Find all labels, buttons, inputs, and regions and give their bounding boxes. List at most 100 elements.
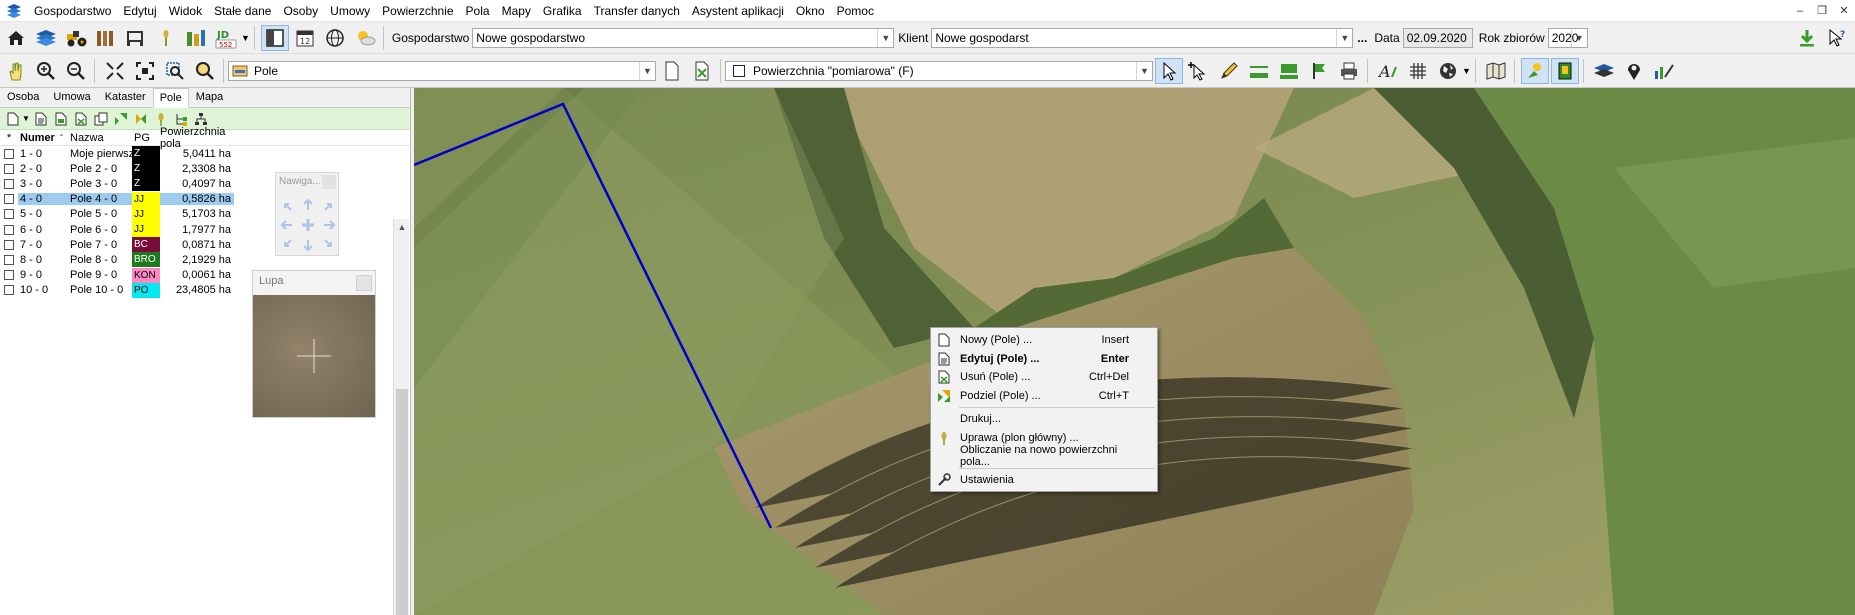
measure-line-button[interactable] — [1245, 58, 1273, 84]
checkbox[interactable] — [4, 254, 14, 265]
restore-icon[interactable]: ❐ — [1811, 0, 1833, 22]
flag-button[interactable] — [1305, 58, 1333, 84]
chevron-down-icon[interactable]: ▼ — [877, 28, 893, 47]
copy-record-icon[interactable] — [54, 112, 68, 126]
column-pg[interactable]: PG — [132, 132, 160, 144]
row-checkbox[interactable] — [0, 239, 18, 250]
home-button[interactable] — [2, 25, 30, 51]
jd-dropdown-icon[interactable]: ▼ — [241, 33, 250, 43]
tree-view-icon[interactable] — [174, 112, 188, 126]
remove-layer-button[interactable] — [688, 58, 716, 84]
zoom-selection-button[interactable] — [161, 58, 189, 84]
vertical-scrollbar[interactable]: ▲ — [393, 219, 409, 615]
table-row[interactable]: 5 - 0 Pole 5 - 0 JJ 5,1703 ha — [0, 206, 410, 222]
table-row[interactable]: 1 - 0 Moje pierwsze pZ 5,0411 ha — [0, 146, 410, 162]
tab-umowa[interactable]: Umowa — [46, 87, 97, 107]
menu-item-ustawienia[interactable]: Ustawienia — [931, 471, 1157, 490]
hierarchy-icon[interactable] — [194, 112, 208, 126]
row-checkbox[interactable] — [0, 224, 18, 235]
checkbox[interactable] — [4, 285, 14, 296]
harvest-year-select[interactable]: 2020 ▼ — [1547, 27, 1588, 48]
magnifier-close-button[interactable] — [356, 275, 372, 291]
row-checkbox[interactable] — [0, 254, 18, 265]
map-globe-button[interactable] — [1434, 58, 1462, 84]
chevron-down-icon[interactable]: ▼ — [1336, 28, 1352, 47]
table-row[interactable]: 3 - 0 Pole 3 - 0 Z 0,4097 ha — [0, 176, 410, 192]
layer-select[interactable]: Pole ▼ — [228, 60, 656, 81]
menu-gospodarstwo[interactable]: Gospodarstwo — [28, 0, 117, 22]
gospodarstwo-select[interactable]: Nowe gospodarstwo ▼ — [472, 27, 895, 48]
layers-button[interactable] — [32, 25, 60, 51]
calendar-button[interactable]: 12 — [291, 25, 319, 51]
table-row[interactable]: 6 - 0 Pole 6 - 0 JJ 1,7977 ha — [0, 222, 410, 238]
chevron-down-icon[interactable]: ▼ — [639, 61, 655, 80]
merge-icon[interactable] — [134, 112, 148, 126]
map-view-button[interactable] — [1482, 58, 1510, 84]
table-row[interactable]: 8 - 0 Pole 8 - 0 BRO 2,1929 ha — [0, 252, 410, 268]
delete-record-icon[interactable] — [74, 112, 88, 126]
menu-osoby[interactable]: Osoby — [277, 0, 324, 22]
menu-asystent-aplikacji[interactable]: Asystent aplikacji — [686, 0, 790, 22]
more-button[interactable]: ... — [1357, 31, 1367, 45]
menu-pomoc[interactable]: Pomoc — [831, 0, 880, 22]
date-field[interactable]: 02.09.2020 — [1402, 27, 1473, 48]
table-row[interactable]: 7 - 0 Pole 7 - 0 BC 0,0871 ha — [0, 237, 410, 253]
weather-button[interactable] — [351, 25, 379, 51]
edit-record-icon[interactable] — [34, 112, 48, 126]
minimize-icon[interactable]: – — [1789, 0, 1811, 22]
measure-area-button[interactable] — [1275, 58, 1303, 84]
klient-select[interactable]: Nowe gospodarst ▼ — [931, 27, 1354, 48]
table-row[interactable]: 4 - 0 Pole 4 - 0 JJ 0,5826 ha — [0, 191, 410, 207]
select-tool-button[interactable] — [1155, 57, 1183, 84]
column-numer[interactable]: Numer — [18, 132, 58, 144]
menu-umowy[interactable]: Umowy — [324, 0, 376, 22]
download-button[interactable] — [1793, 25, 1821, 51]
globe-dropdown-icon[interactable]: ▼ — [1462, 66, 1471, 76]
menu-widok[interactable]: Widok — [163, 0, 208, 22]
menu-item-nowy[interactable]: Nowy (Pole) ... Insert — [931, 331, 1157, 350]
print-button[interactable] — [1335, 58, 1363, 84]
jd-button[interactable]: JD 552 — [212, 25, 240, 51]
checkbox[interactable] — [4, 270, 14, 281]
surface-select[interactable]: Powierzchnia "pomiarowa" (F) ▼ — [725, 60, 1153, 81]
tab-kataster[interactable]: Kataster — [98, 87, 153, 107]
tab-mapa[interactable]: Mapa — [189, 87, 231, 107]
checkbox[interactable] — [4, 194, 14, 205]
row-checkbox[interactable] — [0, 163, 18, 174]
row-checkbox[interactable] — [0, 285, 18, 296]
menu-pola[interactable]: Pola — [460, 0, 496, 22]
menu-item-edytuj[interactable]: Edytuj (Pole) ... Enter — [931, 350, 1157, 369]
row-checkbox[interactable] — [0, 209, 18, 220]
checkbox[interactable] — [4, 163, 14, 174]
crop-button[interactable] — [152, 25, 180, 51]
menu-item-obliczanie[interactable]: Obliczanie na nowo powierzchni pola... — [931, 444, 1157, 468]
menu-transfer-danych[interactable]: Transfer danych — [588, 0, 686, 22]
field-book-button[interactable] — [1550, 57, 1579, 84]
duplicate-record-icon[interactable] — [94, 112, 108, 126]
menu-edytuj[interactable]: Edytuj — [117, 0, 162, 22]
navigation-close-button[interactable] — [322, 175, 336, 189]
menu-grafika[interactable]: Grafika — [537, 0, 588, 22]
row-checkbox[interactable] — [0, 178, 18, 189]
silo-button[interactable] — [92, 25, 120, 51]
new-record-icon[interactable] — [6, 112, 20, 126]
pin-field-button[interactable] — [1520, 57, 1549, 84]
column-area[interactable]: Powierzchnia pola — [160, 126, 240, 150]
crop-icon[interactable] — [154, 112, 168, 126]
zoom-fit-button[interactable] — [131, 58, 159, 84]
checkbox[interactable] — [4, 224, 14, 235]
split-icon[interactable] — [114, 112, 128, 126]
draw-button[interactable] — [1215, 58, 1243, 84]
menu-item-usun[interactable]: Usuń (Pole) ... Ctrl+Del — [931, 368, 1157, 387]
edit-chart-button[interactable] — [1650, 58, 1678, 84]
checkbox[interactable] — [4, 148, 14, 159]
table-row[interactable]: 2 - 0 Pole 2 - 0 Z 2,3308 ha — [0, 161, 410, 177]
checkbox[interactable] — [4, 209, 14, 220]
new-record-dropdown-icon[interactable]: ▼ — [22, 114, 30, 123]
menu-mapy[interactable]: Mapy — [496, 0, 537, 22]
row-checkbox[interactable] — [0, 194, 18, 205]
pan-arrows-icon[interactable] — [276, 191, 340, 255]
chevron-down-icon[interactable]: ▼ — [1136, 61, 1152, 80]
grid-button[interactable] — [1404, 58, 1432, 84]
globe-button[interactable] — [321, 25, 349, 51]
